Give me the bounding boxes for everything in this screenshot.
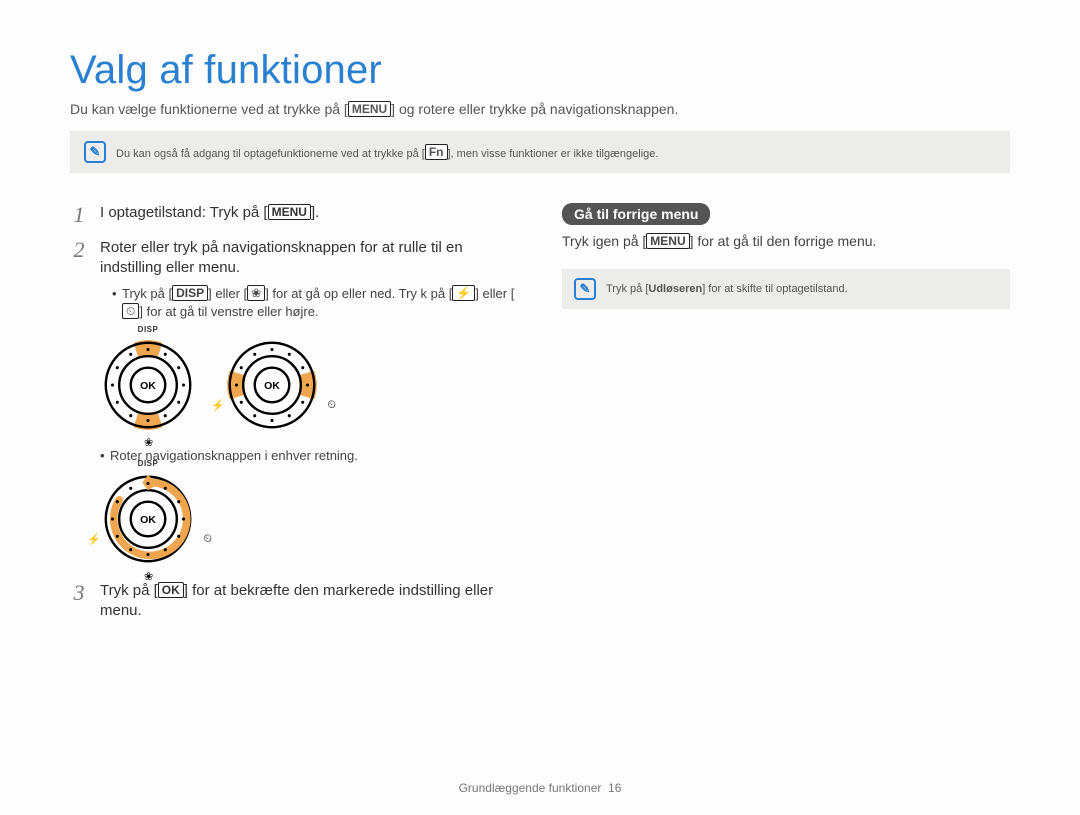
- disp-label: DISP: [138, 325, 159, 334]
- menu-button-label: MENU: [646, 233, 689, 249]
- b1-mid3: ] eller [: [475, 286, 514, 301]
- step-2: 2 Roter eller tryk på navigationsknappen…: [70, 238, 518, 325]
- ok-label: OK: [140, 514, 156, 526]
- macro-icon: ❀: [144, 570, 153, 583]
- right-line-post: ] for at gå til den forrige menu.: [690, 233, 877, 249]
- flash-icon: ⚡: [452, 285, 475, 301]
- timer-icon: ⏲: [203, 533, 212, 546]
- menu-button-label: MENU: [268, 204, 311, 220]
- step-3-pre: Tryk på [: [100, 582, 158, 599]
- flash-icon: ⚡: [87, 533, 101, 546]
- b1-pre: Tryk på [: [122, 286, 172, 301]
- step-1-num: 1: [70, 204, 88, 226]
- shutter-label: Udløseren: [648, 283, 702, 295]
- footer-chapter: Grundlæggende funktioner: [459, 781, 602, 795]
- step-2-num: 2: [70, 239, 88, 325]
- footer-page-number: 16: [608, 781, 621, 795]
- b1-post: ] for at gå til venstre eller højre.: [139, 304, 318, 319]
- page-footer: Grundlæggende funktioner 16: [0, 781, 1080, 795]
- timer-icon: ⏲: [327, 399, 336, 412]
- step-2-bullet-1: Tryk på [DISP] eller [❀] for at gå op el…: [112, 285, 518, 321]
- nav-dial-leftright: OK ⚡ ⏲: [224, 337, 320, 433]
- note-icon: ✎: [574, 278, 596, 300]
- step-3-num: 3: [70, 582, 88, 622]
- intro-note-text: Du kan også få adgang til optagefunktion…: [116, 144, 658, 160]
- b1-mid1: ] eller [: [208, 286, 247, 301]
- subtitle-post: ] og rotere eller trykke på navigationsk…: [391, 101, 678, 117]
- right-column: Gå til forrige menu Tryk igen på [MENU] …: [562, 203, 1010, 634]
- ok-label: OK: [140, 380, 156, 392]
- subtitle-pre: Du kan vælge funktionerne ved at trykke …: [70, 101, 348, 117]
- right-note-post: ] for at skifte til optagetilstand.: [702, 283, 848, 295]
- note-icon: ✎: [84, 141, 106, 163]
- left-column: 1 I optagetilstand: Tryk på [MENU]. 2 Ro…: [70, 203, 518, 634]
- step-3: 3 Tryk på [OK] for at bekræfte den marke…: [70, 581, 518, 622]
- intro-note-pre: Du kan også få adgang til optagefunktion…: [116, 148, 425, 160]
- page-title: Valg af funktioner: [70, 48, 1010, 93]
- section-badge: Gå til forrige menu: [562, 203, 710, 225]
- right-note-text: Tryk på [Udløseren] for at skifte til op…: [606, 283, 848, 295]
- intro-note-post: ], men visse funktioner er ikke tilgænge…: [448, 148, 659, 160]
- step-2-bullet-2: Roter navigationsknappen i enhver retnin…: [100, 447, 518, 465]
- step-1: 1 I optagetilstand: Tryk på [MENU].: [70, 203, 518, 226]
- dials-rotate: DISP OK ⚡ ❀ ⏲: [100, 471, 518, 567]
- step-1-pre: I optagetilstand: Tryk på [: [100, 204, 268, 221]
- disp-label: DISP: [138, 459, 159, 468]
- right-note: ✎ Tryk på [Udløseren] for at skifte til …: [562, 269, 1010, 309]
- right-description: Tryk igen på [MENU] for at gå til den fo…: [562, 233, 1010, 249]
- step-1-post: ].: [311, 204, 319, 221]
- disp-button-label: DISP: [172, 285, 208, 301]
- ok-button-label: OK: [158, 582, 184, 598]
- menu-button-label: MENU: [348, 101, 391, 117]
- right-note-pre: Tryk på [: [606, 283, 648, 295]
- nav-dial-rotate: DISP OK ⚡ ❀ ⏲: [100, 471, 196, 567]
- intro-note: ✎ Du kan også få adgang til optagefunkti…: [70, 131, 1010, 173]
- timer-icon: ⏲: [122, 303, 139, 319]
- ok-label: OK: [264, 380, 280, 392]
- macro-icon: ❀: [247, 285, 265, 301]
- b1-mid2: ] for at gå op eller ned. Try k på [: [265, 286, 452, 301]
- fn-button-label: Fn: [425, 144, 448, 160]
- dials-updown-leftright: DISP OK ❀: [100, 337, 518, 433]
- right-line-pre: Tryk igen på [: [562, 233, 646, 249]
- flash-icon: ⚡: [211, 399, 225, 412]
- page-subtitle: Du kan vælge funktionerne ved at trykke …: [70, 101, 1010, 117]
- nav-dial-updown: DISP OK ❀: [100, 337, 196, 433]
- step-2-text: Roter eller tryk på navigationsknappen f…: [100, 239, 463, 276]
